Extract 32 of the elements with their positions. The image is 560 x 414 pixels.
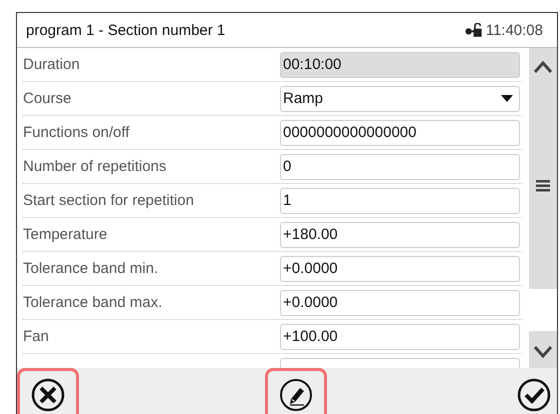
screen-title: program 1 - Section number 1: [26, 22, 226, 38]
input-field[interactable]: +0.0000: [280, 290, 520, 316]
field-label: Number of repetitions: [23, 158, 168, 175]
pencil-icon: [279, 378, 313, 412]
scroll-thumb[interactable]: [529, 289, 557, 331]
field-label: Course: [23, 90, 72, 107]
check-circle-icon: [517, 378, 551, 412]
readonly-field[interactable]: 00:10:00: [280, 52, 520, 78]
input-field[interactable]: +180.00: [280, 222, 520, 248]
input-field[interactable]: +0.0000: [280, 256, 520, 282]
scroll-up-icon[interactable]: [533, 60, 553, 74]
field-label: Tolerance band max.: [23, 294, 164, 311]
field-label: Start section for repetition: [23, 192, 195, 209]
input-field[interactable]: 0000000000000000: [280, 120, 520, 146]
scroll-down-icon[interactable]: [533, 345, 553, 359]
scrollbar[interactable]: [529, 48, 557, 368]
key-lock-icon: [464, 22, 483, 38]
field-label: Functions on/off: [23, 124, 130, 141]
x-circle-icon: [31, 378, 65, 412]
edit-button[interactable]: [265, 368, 327, 414]
menu-icon[interactable]: [536, 180, 550, 192]
cancel-button[interactable]: [17, 368, 79, 414]
input-field[interactable]: +100.00: [280, 324, 520, 350]
input-field[interactable]: 0: [280, 154, 520, 180]
field-label: Duration: [23, 56, 81, 73]
input-field[interactable]: 1: [280, 188, 520, 214]
clock-time: 11:40:08: [486, 22, 543, 38]
field-label: Temperature: [23, 226, 108, 243]
field-label: Tolerance band min.: [23, 260, 160, 277]
field-label: Fan: [23, 328, 50, 345]
dropdown-field[interactable]: Ramp: [280, 86, 520, 112]
caret-icon: [501, 95, 513, 102]
